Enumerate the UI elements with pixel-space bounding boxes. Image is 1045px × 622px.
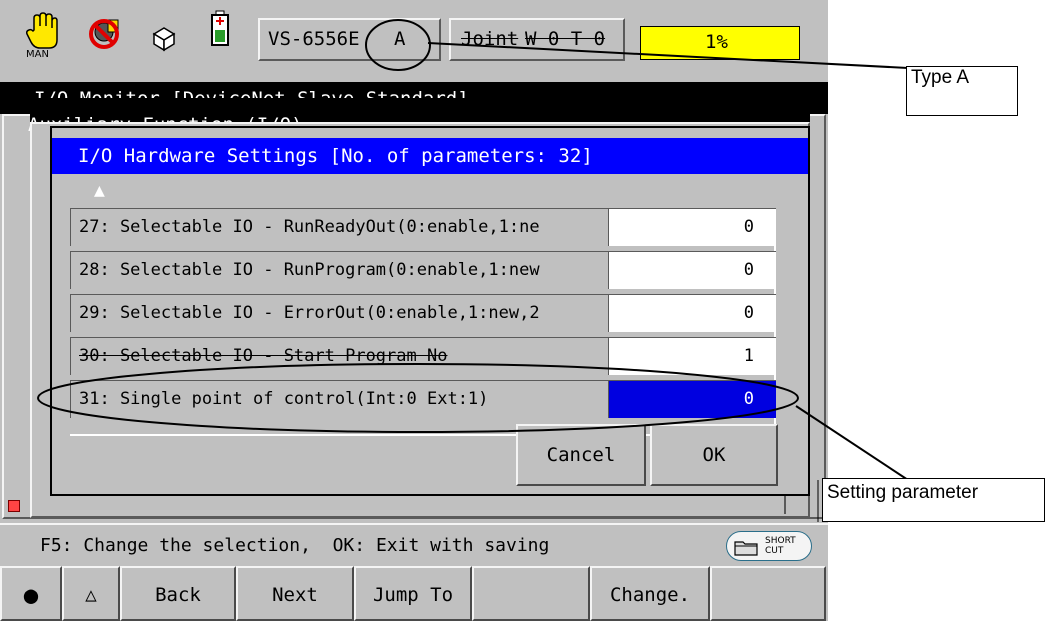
- setting-parameter-callout: Setting parameter: [822, 478, 1045, 522]
- type-a-callout: Type A: [906, 66, 1018, 116]
- type-a-callout-text: Type A: [911, 67, 970, 88]
- annotation-overlay: [37, 19, 909, 522]
- setting-parameter-callout-text: Setting parameter: [827, 482, 979, 503]
